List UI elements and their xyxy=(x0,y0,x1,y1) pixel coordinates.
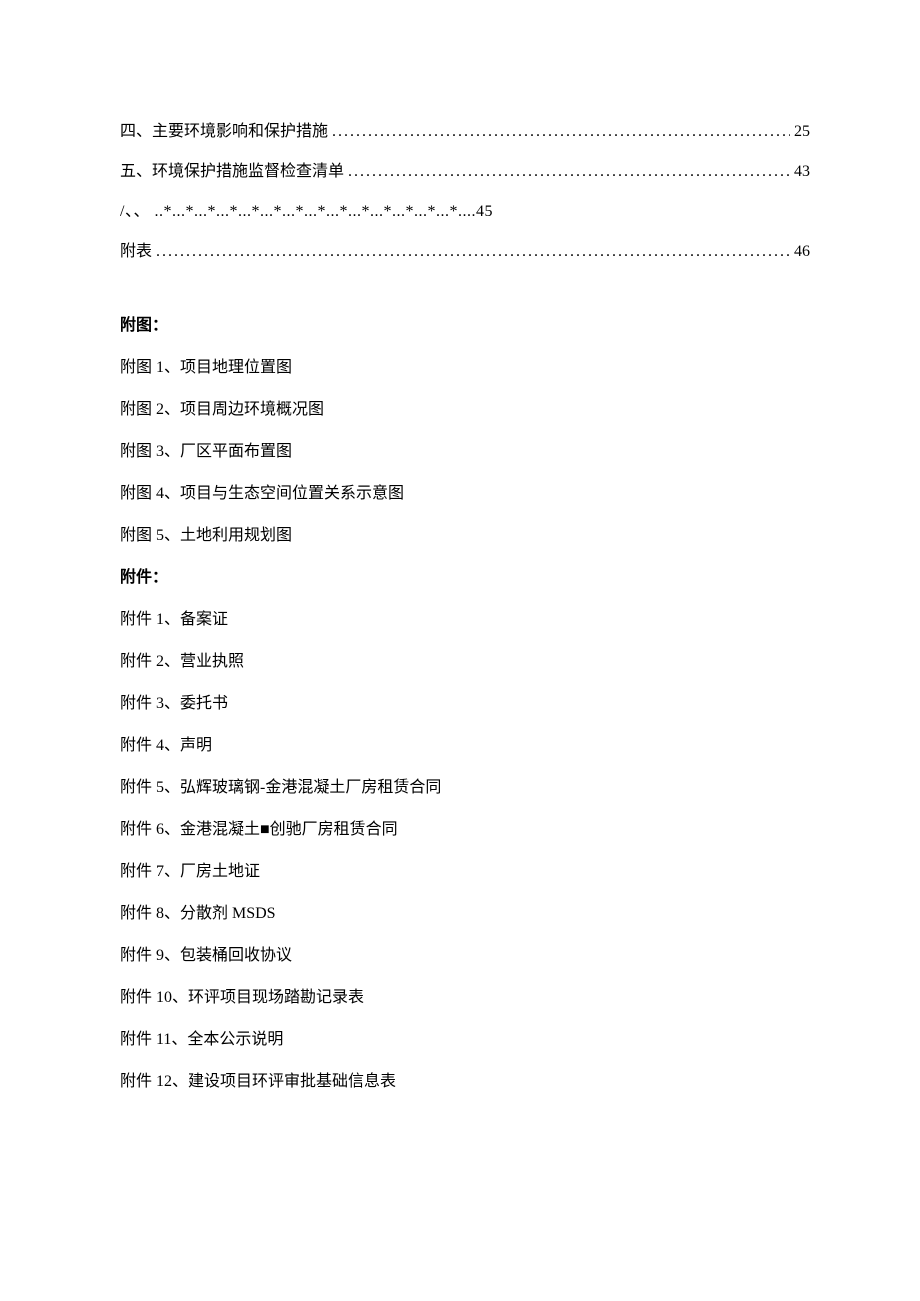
attachment-item: 附件 6、金港混凝土■创驰厂房租赁合同 xyxy=(120,818,810,842)
toc-dots xyxy=(348,160,790,184)
figure-item: 附图 5、土地利用规划图 xyxy=(120,524,810,548)
attachment-item: 附件 10、环评项目现场踏勘记录表 xyxy=(120,986,810,1010)
figure-item: 附图 2、项目周边环境概况图 xyxy=(120,398,810,422)
attachment-item: 附件 4、声明 xyxy=(120,734,810,758)
figure-item: 附图 1、项目地理位置图 xyxy=(120,356,810,380)
attachment-item: 附件 8、分散剂 MSDS xyxy=(120,902,810,926)
toc-entry: 四、主要环境影响和保护措施 25 xyxy=(120,120,810,144)
figures-heading: 附图： xyxy=(120,314,810,338)
attachment-item: 附件 11、全本公示说明 xyxy=(120,1028,810,1052)
toc-dots xyxy=(332,120,790,144)
attachment-item: 附件 2、营业执照 xyxy=(120,650,810,674)
attachment-item: 附件 12、建设项目环评审批基础信息表 xyxy=(120,1070,810,1094)
toc-entry: 附表 46 xyxy=(120,240,810,264)
toc-entry-label: 五、环境保护措施监督检查清单 xyxy=(120,160,344,184)
figure-item: 附图 4、项目与生态空间位置关系示意图 xyxy=(120,482,810,506)
toc-entry: 五、环境保护措施监督检查清单 43 xyxy=(120,160,810,184)
toc-entry-page: 25 xyxy=(794,120,810,144)
attachment-item: 附件 1、备案证 xyxy=(120,608,810,632)
attachment-item: 附件 7、厂房土地证 xyxy=(120,860,810,884)
toc-entry-label: 附表 xyxy=(120,240,152,264)
attachment-item: 附件 3、委托书 xyxy=(120,692,810,716)
toc-dots xyxy=(156,240,790,264)
toc-entry-page: 43 xyxy=(794,160,810,184)
toc-entry-garbled: /、、 ..*...*...*...*...*...*...*...*...*.… xyxy=(120,200,810,224)
toc-entry-page: 46 xyxy=(794,240,810,264)
figures-section: 附图： 附图 1、项目地理位置图 附图 2、项目周边环境概况图 附图 3、厂区平… xyxy=(120,314,810,548)
figure-item: 附图 3、厂区平面布置图 xyxy=(120,440,810,464)
attachment-item: 附件 5、弘辉玻璃钢-金港混凝土厂房租赁合同 xyxy=(120,776,810,800)
toc-garbled-text: /、、 ..*...*...*...*...*...*...*...*...*.… xyxy=(120,200,493,224)
attachment-item: 附件 9、包装桶回收协议 xyxy=(120,944,810,968)
toc-entry-label: 四、主要环境影响和保护措施 xyxy=(120,120,328,144)
attachments-heading: 附件： xyxy=(120,566,810,590)
table-of-contents: 四、主要环境影响和保护措施 25 五、环境保护措施监督检查清单 43 /、、 .… xyxy=(120,120,810,264)
attachments-section: 附件： 附件 1、备案证 附件 2、营业执照 附件 3、委托书 附件 4、声明 … xyxy=(120,566,810,1094)
